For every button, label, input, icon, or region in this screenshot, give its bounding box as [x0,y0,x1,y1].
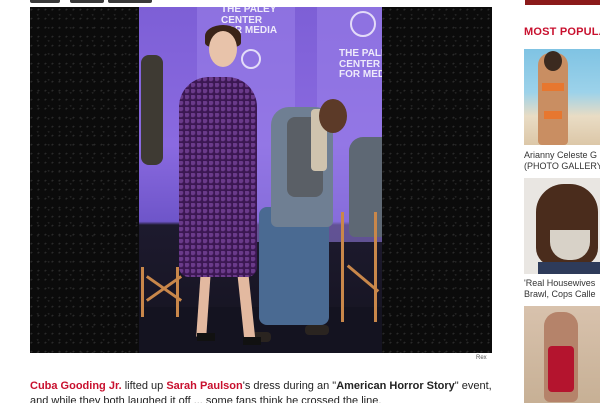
stage-banner-text: THE PALEY CENTER FOR MEDIA [339,48,382,80]
woman-sequin-dress [179,77,257,277]
ad-banner[interactable] [525,0,600,5]
person-link-sarah[interactable]: Sarah Paulson [166,380,242,392]
photo-blur-left [30,7,139,353]
article-photo[interactable]: THE PALEY CENTER FOR MEDIA THE PALEY CEN… [30,7,492,353]
popular-caption-1[interactable]: Arianny Celeste G (PHOTO GALLERY) [524,150,600,172]
paley-seal-icon [350,11,376,37]
person-link-cuba[interactable]: Cuba Gooding Jr. [30,380,122,392]
man-head [319,99,347,133]
show-title: American Horror Story [336,380,455,392]
paley-seal-icon [241,49,261,69]
popular-thumb-2[interactable] [524,178,600,274]
most-popular-heading: MOST POPULAR [524,26,600,38]
article-body: Cuba Gooding Jr. lifted up Sarah Paulson… [30,380,492,403]
person-left-edge [141,55,163,165]
popular-thumb-3[interactable] [524,306,600,403]
woman-head [209,31,237,67]
photo-blur-right [382,7,492,353]
share-button-email[interactable] [108,0,152,3]
popular-thumb-1[interactable] [524,49,600,145]
popular-caption-2[interactable]: 'Real Housewives Brawl, Cops Calle [524,278,600,300]
share-button-facebook[interactable] [30,0,60,3]
photo-credit: Rex [476,355,487,361]
photo-stage: THE PALEY CENTER FOR MEDIA THE PALEY CEN… [139,7,382,353]
share-button-twitter[interactable] [70,0,104,3]
